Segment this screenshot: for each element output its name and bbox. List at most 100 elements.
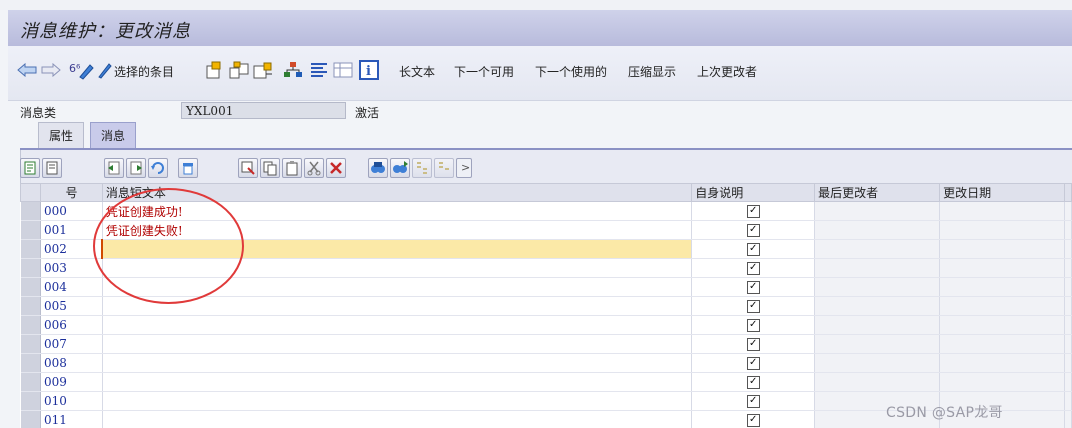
application-toolbar: 6⁶ 选择的条目 i 长文本 下一个可用 下一个使用的 压缩显示 上次更改者: [8, 46, 1072, 101]
tab-attributes[interactable]: 属性: [38, 122, 85, 149]
row-selector[interactable]: [20, 334, 41, 354]
self-explanatory-checkbox[interactable]: ✓: [746, 205, 760, 218]
changed-on-cell: [939, 296, 1065, 316]
self-explanatory-checkbox[interactable]: ✓: [746, 281, 760, 294]
self-explanatory-checkbox[interactable]: ✓: [746, 357, 760, 370]
detail-view-icon[interactable]: [20, 158, 40, 178]
layout-icon[interactable]: [332, 59, 354, 81]
copy-object-icon[interactable]: [204, 59, 224, 81]
message-short-text-input[interactable]: [102, 277, 693, 297]
pencil-icon[interactable]: [96, 59, 112, 81]
table-row[interactable]: 006 ✓: [20, 315, 1072, 335]
message-short-text-input[interactable]: [102, 391, 693, 411]
table-row[interactable]: 004 ✓: [20, 277, 1072, 297]
self-explanatory-checkbox[interactable]: ✓: [746, 224, 760, 237]
info-icon[interactable]: i: [358, 59, 380, 81]
find-next-icon[interactable]: [390, 158, 410, 178]
table-row[interactable]: 003 ✓: [20, 258, 1072, 278]
hierarchy-icon[interactable]: [282, 59, 304, 81]
row-selector[interactable]: [20, 220, 41, 240]
table-row[interactable]: 008 ✓: [20, 353, 1072, 373]
last-changed-by-cell: [814, 239, 941, 259]
column-header-last-changed-by[interactable]: 最后更改者: [814, 183, 941, 202]
message-short-text-input[interactable]: [102, 372, 693, 392]
detail-list-icon[interactable]: [42, 158, 62, 178]
message-short-text-input[interactable]: 凭证创建失败!: [102, 220, 693, 240]
self-explanatory-checkbox[interactable]: ✓: [746, 395, 760, 408]
transport-icon[interactable]: [252, 59, 274, 81]
svg-text:i: i: [366, 64, 371, 79]
message-class-field[interactable]: YXL001: [181, 102, 346, 119]
table-row[interactable]: 001 凭证创建失败! ✓: [20, 220, 1072, 240]
self-explanatory-checkbox[interactable]: ✓: [746, 338, 760, 351]
self-explanatory-checkbox[interactable]: ✓: [746, 243, 760, 256]
select-block-icon[interactable]: [238, 158, 258, 178]
changed-on-cell: [939, 220, 1065, 240]
clear-icon[interactable]: [326, 158, 346, 178]
forward-arrow-icon[interactable]: [40, 59, 62, 81]
table-row[interactable]: 005 ✓: [20, 296, 1072, 316]
message-short-text-input[interactable]: [101, 239, 693, 259]
back-arrow-icon[interactable]: [16, 59, 38, 81]
column-header-changed-on[interactable]: 更改日期: [939, 183, 1065, 202]
row-selector[interactable]: [20, 315, 41, 335]
row-selector[interactable]: [20, 239, 41, 259]
message-short-text-input[interactable]: [102, 315, 693, 335]
paste-icon[interactable]: [282, 158, 302, 178]
changed-on-cell: [939, 201, 1065, 221]
message-short-text-input[interactable]: [102, 258, 693, 278]
message-short-text-input[interactable]: [102, 334, 693, 354]
changed-on-cell: [939, 334, 1065, 354]
tab-messages[interactable]: 消息: [90, 122, 137, 149]
message-short-text-input[interactable]: [102, 410, 693, 428]
delete-icon[interactable]: [178, 158, 198, 178]
message-short-text-input[interactable]: 凭证创建成功!: [102, 201, 693, 221]
self-explanatory-checkbox[interactable]: ✓: [746, 414, 760, 427]
row-selector[interactable]: [20, 277, 41, 297]
column-header-number[interactable]: 号: [39, 183, 103, 202]
filler-cell: [1064, 334, 1072, 354]
column-header-self-explanatory[interactable]: 自身说明: [691, 183, 816, 202]
copy-icon[interactable]: [260, 158, 280, 178]
message-number: 011: [40, 410, 103, 428]
long-text-button[interactable]: 长文本: [399, 63, 435, 80]
cut-icon[interactable]: [304, 158, 324, 178]
self-explanatory-checkbox[interactable]: ✓: [746, 319, 760, 332]
insert-row-icon[interactable]: [104, 158, 124, 178]
display-change-icon[interactable]: 6⁶: [68, 59, 94, 81]
self-explanatory-checkbox[interactable]: ✓: [746, 262, 760, 275]
row-selector[interactable]: [20, 372, 41, 392]
row-selector[interactable]: [20, 201, 41, 221]
message-number: 006: [40, 315, 103, 335]
message-short-text-input[interactable]: [102, 296, 693, 316]
row-selector[interactable]: [20, 296, 41, 316]
table-row[interactable]: 000 凭证创建成功! ✓: [20, 201, 1072, 221]
expand-icon[interactable]: [412, 158, 432, 178]
find-icon[interactable]: [368, 158, 388, 178]
last-changer-button[interactable]: 上次更改者: [697, 63, 757, 80]
title-bar: 消息维护：更改消息: [8, 10, 1072, 47]
row-selector[interactable]: [20, 391, 41, 411]
row-selector[interactable]: [20, 353, 41, 373]
next-used-button[interactable]: 下一个使用的: [535, 63, 607, 80]
message-short-text-input[interactable]: [102, 353, 693, 373]
column-header-short-text[interactable]: 消息短文本: [101, 183, 693, 202]
append-row-icon[interactable]: [126, 158, 146, 178]
self-explanatory-checkbox[interactable]: ✓: [746, 376, 760, 389]
more-buttons-icon[interactable]: >: [456, 158, 472, 178]
self-explanatory-checkbox[interactable]: ✓: [746, 300, 760, 313]
compress-display-button[interactable]: 压缩显示: [628, 63, 676, 80]
collapse-icon[interactable]: [434, 158, 454, 178]
table-row[interactable]: 009 ✓: [20, 372, 1072, 392]
where-used-icon[interactable]: [228, 59, 250, 81]
selector-header[interactable]: [20, 183, 41, 202]
selected-items-button[interactable]: 选择的条目: [114, 63, 174, 80]
list-icon[interactable]: [308, 59, 330, 81]
row-selector[interactable]: [20, 258, 41, 278]
undo-icon[interactable]: [148, 158, 168, 178]
self-explanatory-cell: ✓: [691, 410, 816, 428]
table-row[interactable]: 007 ✓: [20, 334, 1072, 354]
table-row[interactable]: 002 ✓: [20, 239, 1072, 259]
next-available-button[interactable]: 下一个可用: [454, 63, 514, 80]
row-selector[interactable]: [20, 410, 41, 428]
